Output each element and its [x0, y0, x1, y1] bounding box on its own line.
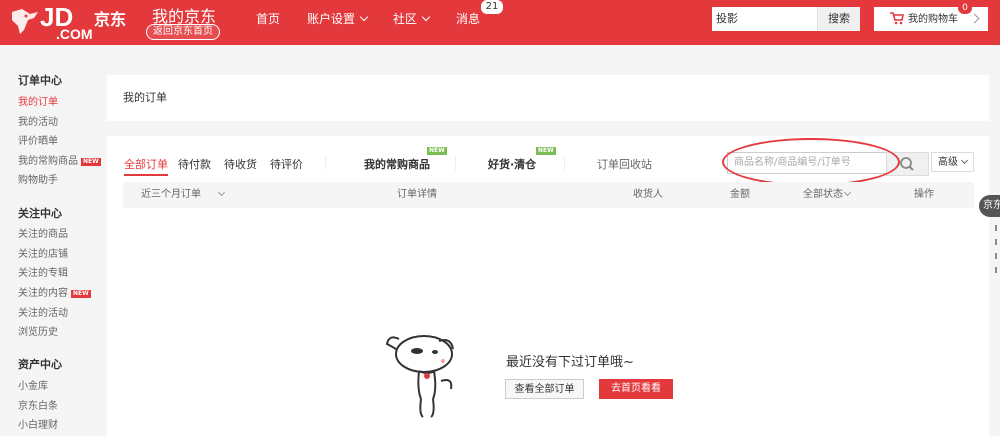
nav-home[interactable]: 首页 — [256, 0, 280, 38]
go-home-button[interactable]: 去首页看看 — [599, 379, 673, 399]
tab-divider — [455, 156, 456, 170]
tab-frequent-items[interactable]: 我的常购商品 — [364, 156, 430, 172]
chevron-down-icon — [359, 12, 369, 22]
back-home-link[interactable]: 返回京东首页 — [146, 24, 220, 40]
column-action: 操作 — [914, 189, 934, 200]
nav-account-settings-label: 账户设置 — [307, 12, 356, 26]
top-header: JD 京东 .COM 我的京东 返回京东首页 首页 账户设置 社区 消息 21 … — [0, 0, 1000, 45]
sidebar-section-assets: 资产中心 — [18, 358, 62, 371]
empty-orders-message: 最近没有下过订单哦~ — [506, 355, 634, 370]
sidebar-item-frequent-items[interactable]: 我的常购商品 NEW — [18, 152, 101, 167]
floating-side-tab[interactable]: 京东 — [979, 195, 1000, 217]
chevron-down-icon — [843, 188, 852, 197]
new-tag: NEW — [81, 158, 101, 166]
sidebar-item-followed-albums[interactable]: 关注的专辑 — [18, 264, 68, 279]
sidebar-item-followed-content[interactable]: 关注的内容 NEW — [18, 284, 91, 299]
panel-title: 我的订单 — [123, 91, 167, 104]
chevron-down-icon — [421, 12, 431, 22]
cart-label: 我的购物车 — [908, 14, 958, 25]
site-search-input[interactable]: 投影 — [716, 7, 738, 31]
period-filter-label: 近三个月订单 — [141, 189, 201, 200]
period-filter[interactable]: 近三个月订单 — [141, 182, 226, 208]
tab-divider — [564, 156, 565, 170]
tab-recycle-bin[interactable]: 订单回收站 — [597, 156, 652, 172]
tab-pending-review[interactable]: 待评价 — [270, 156, 303, 172]
column-amount: 金额 — [730, 189, 750, 200]
tab-all-orders[interactable]: 全部订单 — [124, 156, 168, 176]
red-highlight-circle — [722, 138, 900, 186]
logo-jd-chinese: 京东 — [94, 10, 127, 29]
sidebar-item-followed-activities[interactable]: 关注的活动 — [18, 304, 68, 319]
sidebar-item-label: 关注的内容 — [18, 288, 68, 299]
tab-pending-payment[interactable]: 待付款 — [178, 156, 211, 172]
message-count-badge: 21 — [480, 0, 504, 15]
chevron-right-icon — [969, 13, 980, 24]
cart-icon — [890, 12, 904, 25]
new-flag: NEW — [427, 147, 447, 155]
jd-dog-mascot-image — [385, 335, 454, 418]
status-filter-label: 全部状态 — [803, 189, 843, 200]
sidebar-item-browsing-history[interactable]: 浏览历史 — [18, 323, 58, 338]
sidebar-item-followed-products[interactable]: 关注的商品 — [18, 225, 68, 240]
sidebar-section-follow: 关注中心 — [18, 207, 62, 220]
new-flag: NEW — [536, 147, 556, 155]
orders-panel: 全部订单 待付款 待收货 待评价 我的常购商品 NEW 好货·清仓 NEW 订单… — [107, 136, 989, 436]
sidebar-section-orders: 订单中心 — [18, 74, 62, 87]
column-order-detail: 订单详情 — [397, 189, 437, 200]
site-search-button[interactable]: 搜索 — [817, 7, 860, 31]
sidebar-item-finance[interactable]: 小白理财 — [18, 416, 58, 431]
tab-clearance[interactable]: 好货·清仓 — [488, 156, 536, 172]
site-search: 投影 搜索 — [712, 7, 860, 31]
edge-decoration — [995, 225, 997, 275]
advanced-search-button[interactable]: 高级 — [931, 152, 974, 172]
nav-home-label: 首页 — [256, 12, 281, 26]
sidebar-item-my-activities[interactable]: 我的活动 — [18, 113, 58, 128]
tab-divider — [325, 156, 326, 170]
status-filter[interactable]: 全部状态 — [803, 182, 852, 208]
sidebar-item-shopping-assistant[interactable]: 购物助手 — [18, 171, 58, 186]
orders-title-panel: 我的订单 — [107, 75, 989, 121]
view-all-orders-button[interactable]: 查看全部订单 — [505, 379, 584, 399]
cart-button[interactable]: 我的购物车 0 — [874, 2, 988, 31]
sidebar-item-my-orders[interactable]: 我的订单 — [18, 93, 58, 108]
advanced-label: 高级 — [938, 157, 958, 168]
chevron-down-icon — [217, 188, 226, 197]
nav-messages-label: 消息 — [456, 12, 481, 26]
sidebar-item-reviews[interactable]: 评价晒单 — [18, 132, 58, 147]
nav-account-settings[interactable]: 账户设置 — [307, 0, 369, 38]
chevron-down-icon — [960, 156, 969, 165]
nav-community-label: 社区 — [393, 12, 418, 26]
column-receiver: 收货人 — [633, 189, 663, 200]
floating-side-tab-label: 京东 — [983, 200, 1000, 211]
cart-count-badge: 0 — [958, 2, 972, 14]
orders-table-header: 近三个月订单 订单详情 收货人 金额 全部状态 操作 — [123, 182, 974, 208]
nav-messages[interactable]: 消息 — [456, 0, 480, 38]
jd-dog-logo-icon — [12, 9, 38, 34]
sidebar-item-label: 我的常购商品 — [18, 156, 78, 167]
sidebar-item-vault[interactable]: 小金库 — [18, 377, 48, 392]
tab-pending-receipt[interactable]: 待收货 — [224, 156, 257, 172]
new-tag: NEW — [71, 290, 91, 298]
logo-com-text: .COM — [56, 26, 93, 42]
sidebar-item-followed-stores[interactable]: 关注的店铺 — [18, 245, 68, 260]
nav-community[interactable]: 社区 — [393, 0, 431, 38]
jd-logo[interactable]: JD 京东 .COM — [8, 2, 143, 42]
sidebar-item-baitiao[interactable]: 京东白条 — [18, 397, 58, 412]
